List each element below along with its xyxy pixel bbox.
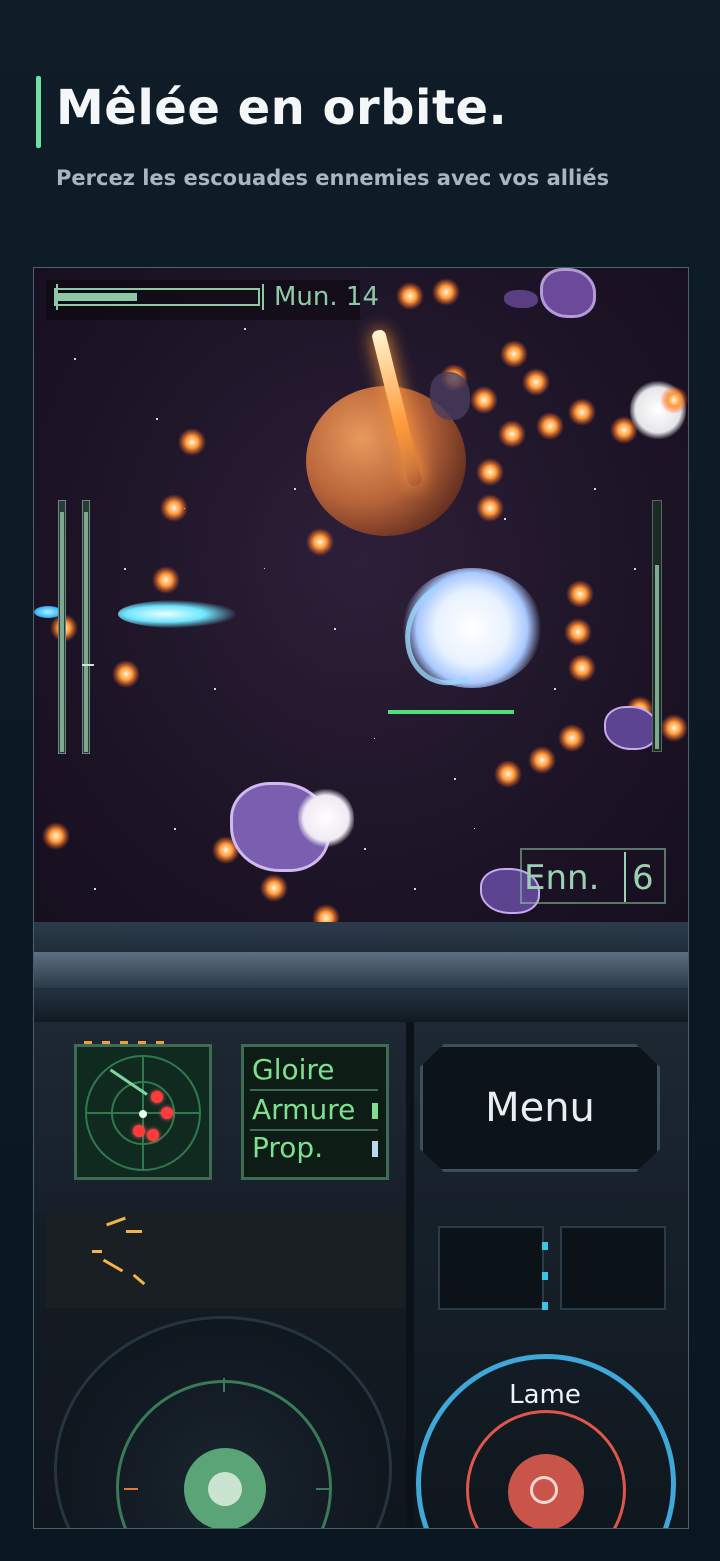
health-bar bbox=[54, 288, 260, 306]
left-gauge-1 bbox=[58, 500, 66, 754]
joystick-knob[interactable] bbox=[208, 1472, 242, 1506]
game-screenshot: Mun. 14 Enn. 6 Gloire Armure Prop. Menu … bbox=[33, 267, 689, 1529]
cockpit-display-strip bbox=[46, 1212, 406, 1308]
stat-glory: Gloire bbox=[252, 1053, 335, 1086]
enemy-ship[interactable] bbox=[604, 706, 658, 750]
page-title: Mêlée en orbite. bbox=[56, 80, 508, 136]
enemy-counter-value: 6 bbox=[632, 858, 654, 898]
spark bbox=[126, 1230, 142, 1233]
stat-divider bbox=[250, 1089, 378, 1091]
enemy-ship[interactable] bbox=[540, 268, 596, 318]
cockpit-vent bbox=[438, 1226, 544, 1310]
menu-button[interactable]: Menu bbox=[420, 1044, 660, 1172]
cockpit-rail bbox=[34, 952, 688, 988]
game-view[interactable]: Mun. 14 Enn. 6 bbox=[34, 268, 688, 922]
indicator-light bbox=[542, 1272, 548, 1280]
radar-blip bbox=[147, 1129, 159, 1141]
right-gauge-fill bbox=[655, 565, 659, 749]
indicator-light bbox=[542, 1302, 548, 1310]
joystick-tick bbox=[124, 1488, 138, 1490]
enemy-counter-label: Enn. bbox=[524, 858, 600, 898]
bullet-layer bbox=[42, 278, 688, 922]
stat-propulsion: Prop. bbox=[252, 1131, 324, 1164]
stat-propulsion-bar bbox=[372, 1141, 378, 1157]
radar-blip bbox=[151, 1091, 163, 1103]
cockpit-panel: Gloire Armure Prop. Menu Lame bbox=[34, 922, 688, 1528]
cockpit-divider bbox=[406, 1022, 414, 1528]
joystick-tick bbox=[223, 1378, 225, 1392]
radar-blip bbox=[161, 1107, 173, 1119]
stats-panel: Gloire Armure Prop. bbox=[241, 1044, 389, 1180]
health-bar-cap-right bbox=[262, 284, 264, 310]
spark bbox=[92, 1250, 102, 1253]
cockpit-top-frame bbox=[34, 922, 688, 1024]
page-subtitle: Percez les escouades ennemies avec vos a… bbox=[56, 166, 610, 190]
ammo-counter: Mun. 14 bbox=[274, 282, 380, 312]
spark bbox=[132, 1273, 146, 1286]
joystick-tick bbox=[316, 1488, 330, 1490]
left-gauge-2-fill bbox=[84, 512, 88, 752]
left-gauge-1-fill bbox=[60, 512, 64, 752]
blade-button-label: Lame bbox=[509, 1380, 581, 1410]
enemy-ship[interactable] bbox=[430, 372, 470, 420]
enemy-ship[interactable] bbox=[504, 290, 538, 308]
title-accent-bar bbox=[36, 76, 41, 148]
health-bar-fill bbox=[58, 293, 137, 301]
spark bbox=[106, 1216, 126, 1227]
indicator-light bbox=[542, 1242, 548, 1250]
health-bar-cap-left bbox=[56, 284, 58, 310]
radar-blip bbox=[133, 1125, 145, 1137]
right-gauge bbox=[652, 500, 662, 752]
spark bbox=[102, 1258, 124, 1273]
enemy-counter-divider bbox=[624, 852, 626, 902]
blade-button-center[interactable] bbox=[530, 1476, 558, 1504]
radar-icon bbox=[74, 1044, 212, 1180]
radar-center bbox=[139, 1110, 147, 1118]
left-gauge-2 bbox=[82, 500, 90, 754]
stat-armor: Armure bbox=[252, 1093, 356, 1126]
cockpit-vent bbox=[560, 1226, 666, 1310]
gauge-marker bbox=[82, 664, 94, 666]
ally-ship-glow bbox=[298, 788, 354, 848]
stat-armor-bar bbox=[372, 1103, 378, 1119]
